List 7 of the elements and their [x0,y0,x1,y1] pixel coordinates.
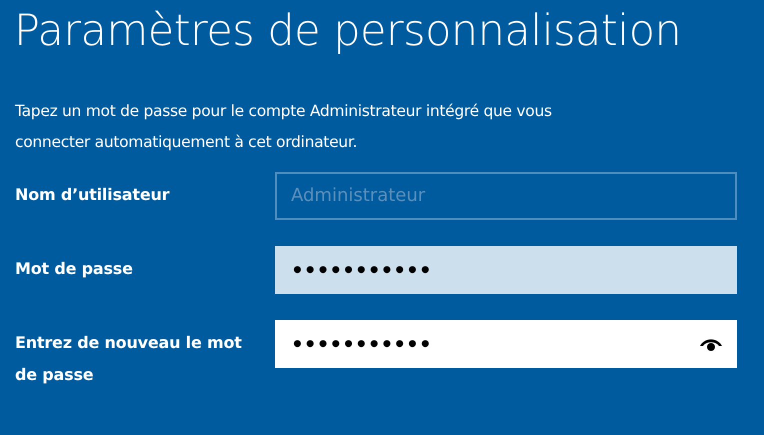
password-field[interactable]: ••••••••••• [275,320,737,368]
password-field[interactable]: ••••••••••• [275,246,737,294]
page-title: Paramètres de personnalisation [14,6,682,58]
field-label: Entrez de nouveau le mot de passe [15,332,243,386]
instructions-text: Tapez un mot de passe pour le compte Administrateur intégré que vous connecter automatiquement à cet ordinateur. [15,100,553,153]
field-label: Mot de passe [15,258,134,280]
field-label: Nom d’utilisateur [15,184,170,206]
